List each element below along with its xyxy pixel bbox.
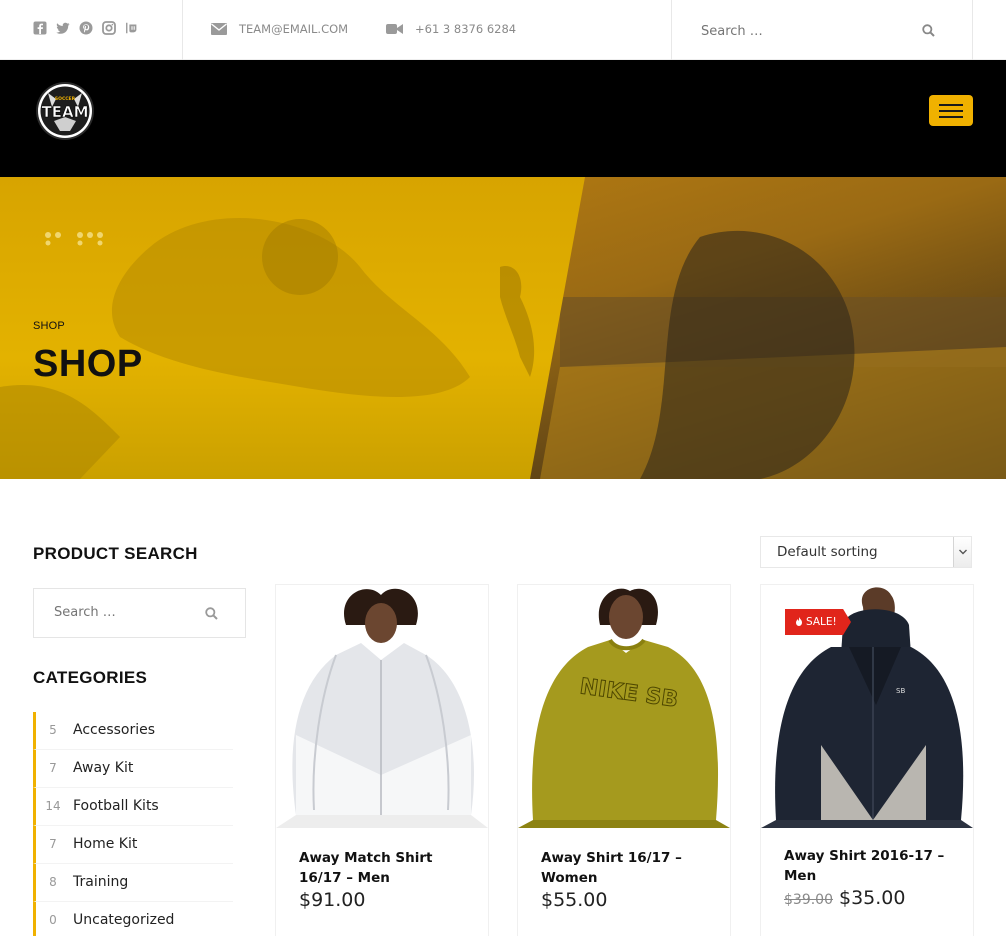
sorting-select[interactable]: Default sorting [760, 536, 972, 568]
instagram-icon[interactable] [102, 20, 116, 36]
pinterest-icon[interactable] [79, 20, 93, 36]
current-price: $91.00 [299, 889, 366, 911]
contact-phone[interactable]: +61 3 8376 6284 [386, 22, 516, 36]
category-name[interactable]: Away Kit [73, 760, 133, 776]
old-price: $39.00 [784, 892, 833, 908]
other-social-icon[interactable] [125, 20, 139, 36]
breadcrumb[interactable]: SHOP [33, 320, 143, 332]
envelope-icon [211, 23, 227, 35]
product-search-title: PRODUCT SEARCH [33, 544, 198, 563]
category-count: 0 [49, 913, 57, 927]
category-count: 8 [49, 875, 57, 889]
category-count: 14 [45, 799, 61, 813]
site-header: SOCCER TEAM [0, 60, 1006, 177]
logo-text: TEAM [41, 103, 88, 121]
phone-text[interactable]: +61 3 8376 6284 [415, 22, 516, 36]
product-price: $91.00 [299, 889, 365, 911]
product-search-input[interactable] [54, 605, 204, 620]
product-card[interactable]: SB SALE! Away Shirt 2016-17 – Men $39.00… [761, 585, 973, 936]
category-list: 5 Accessories 7 Away Kit 14 Football Kits 7… [33, 712, 233, 936]
contact-email[interactable]: TEAM@EMAIL.COM [211, 22, 348, 36]
product-card[interactable]: NIKE SB Away Shirt 16/17 – Women $55.00 [518, 585, 730, 936]
video-camera-icon [386, 24, 403, 34]
category-item[interactable]: 0 Uncategorized [33, 902, 233, 936]
sale-label: SALE! [806, 616, 837, 628]
categories-title: CATEGORIES [33, 668, 148, 687]
current-price: $55.00 [541, 889, 608, 911]
category-item[interactable]: 7 Home Kit [33, 826, 233, 864]
hamburger-icon-bar [939, 110, 963, 112]
top-search-input[interactable] [701, 22, 939, 40]
twitter-icon[interactable] [56, 20, 70, 36]
category-name[interactable]: Training [73, 874, 128, 890]
fire-icon [796, 617, 802, 626]
menu-toggle-button[interactable] [929, 95, 973, 126]
category-count: 7 [49, 761, 57, 775]
team-logo[interactable]: SOCCER TEAM [34, 81, 96, 141]
category-item[interactable]: 7 Away Kit [33, 750, 233, 788]
hero-banner: SHOP SHOP [0, 177, 1006, 479]
divider [182, 0, 183, 60]
category-count: 7 [49, 837, 57, 851]
social-links [33, 20, 139, 36]
hamburger-icon-bar [939, 116, 963, 118]
category-count: 5 [49, 723, 57, 737]
category-name[interactable]: Home Kit [73, 836, 137, 852]
product-image[interactable]: NIKE SB [518, 585, 730, 828]
category-name[interactable]: Accessories [73, 722, 155, 738]
product-name[interactable]: Away Match Shirt 16/17 – Men [299, 848, 469, 888]
svg-text:SB: SB [896, 687, 905, 695]
search-icon[interactable] [922, 24, 935, 37]
current-price: $35.00 [839, 887, 906, 909]
sorting-selected-value: Default sorting [777, 544, 878, 560]
sale-badge: SALE! [785, 609, 851, 635]
category-item[interactable]: 8 Training [33, 864, 233, 902]
category-item[interactable]: 5 Accessories [33, 712, 233, 750]
facebook-icon[interactable] [33, 20, 47, 36]
product-name[interactable]: Away Shirt 2016-17 – Men [784, 846, 954, 886]
product-price: $39.00 $35.00 [784, 887, 905, 909]
product-name[interactable]: Away Shirt 16/17 – Women [541, 848, 711, 888]
product-price: $55.00 [541, 889, 607, 911]
category-item[interactable]: 14 Football Kits [33, 788, 233, 826]
product-image[interactable] [276, 585, 488, 828]
category-name[interactable]: Uncategorized [73, 912, 174, 928]
divider [671, 0, 672, 60]
top-bar: TEAM@EMAIL.COM +61 3 8376 6284 [0, 0, 1006, 60]
email-text[interactable]: TEAM@EMAIL.COM [239, 22, 348, 36]
hero-content: SHOP SHOP [33, 320, 143, 386]
divider [972, 0, 973, 60]
product-card[interactable]: Away Match Shirt 16/17 – Men $91.00 [276, 585, 488, 936]
chevron-down-icon[interactable] [953, 537, 971, 567]
hamburger-icon-bar [939, 104, 963, 106]
category-name[interactable]: Football Kits [73, 798, 159, 814]
logo-top-text: SOCCER [55, 96, 76, 102]
hero-background-image [0, 177, 1006, 479]
product-search-box [33, 588, 246, 638]
search-icon[interactable] [205, 607, 218, 620]
page-title: SHOP [33, 343, 143, 385]
